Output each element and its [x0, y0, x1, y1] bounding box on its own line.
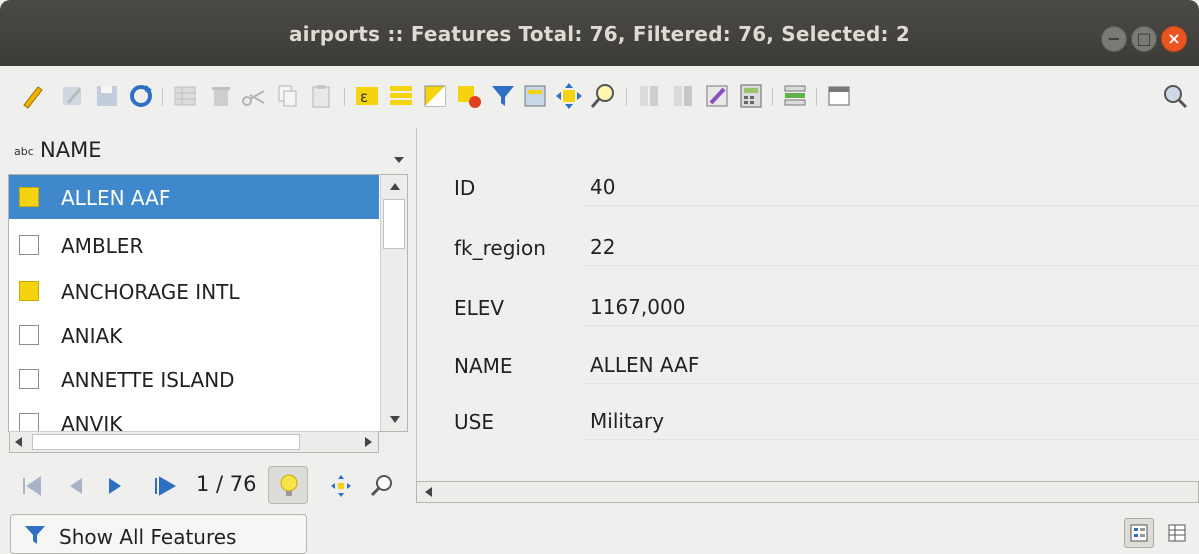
- delete-field-icon[interactable]: [668, 81, 698, 111]
- field-calculator-icon[interactable]: [736, 81, 766, 111]
- title-bar[interactable]: airports :: Features Total: 76, Filtered…: [0, 0, 1199, 66]
- first-record-icon[interactable]: [16, 470, 46, 502]
- move-selection-to-top-icon[interactable]: [520, 81, 550, 111]
- field-label-use: USE: [454, 410, 494, 434]
- minimize-icon[interactable]: −: [1101, 26, 1127, 52]
- dock-table-icon[interactable]: [824, 81, 854, 111]
- scroll-right-icon[interactable]: [365, 437, 372, 447]
- copy-icon[interactable]: [272, 81, 302, 111]
- scroll-left-icon[interactable]: [15, 437, 22, 447]
- list-item-label: ANNETTE ISLAND: [61, 368, 235, 392]
- form-horizontal-scrollbar[interactable]: [416, 481, 1199, 503]
- column-name-label: NAME: [40, 138, 102, 162]
- svg-text:ε: ε: [360, 88, 368, 106]
- conditional-formatting-icon[interactable]: [780, 81, 810, 111]
- scroll-up-icon[interactable]: [390, 183, 400, 190]
- expression-select-icon[interactable]: ε: [352, 81, 382, 111]
- scroll-thumb[interactable]: [32, 434, 300, 450]
- field-label-fk-region: fk_region: [454, 236, 546, 260]
- invert-selection-icon[interactable]: [420, 81, 450, 111]
- form-view-icon: [1130, 524, 1148, 542]
- maximize-icon[interactable]: □: [1131, 26, 1157, 52]
- vertical-scrollbar[interactable]: [380, 175, 407, 431]
- zoom-to-selected-icon[interactable]: [588, 81, 618, 111]
- pan-to-feature-icon[interactable]: [326, 470, 356, 502]
- selection-marker-icon: [19, 187, 39, 207]
- column-type-label: abc: [14, 145, 34, 158]
- cut-icon[interactable]: [238, 81, 268, 111]
- zoom-to-feature-icon[interactable]: [366, 470, 396, 502]
- last-record-icon[interactable]: [150, 470, 184, 502]
- pan-to-selected-icon[interactable]: [554, 81, 584, 111]
- list-item[interactable]: AMBLER: [9, 223, 379, 267]
- selection-marker-icon: [19, 369, 39, 389]
- pencil-edit-icon[interactable]: [18, 81, 48, 111]
- filter-select-icon[interactable]: [488, 81, 518, 111]
- list-item[interactable]: ALLEN AAF: [9, 175, 379, 219]
- field-value-id[interactable]: 40: [582, 170, 1199, 206]
- chevron-down-icon[interactable]: [394, 157, 404, 163]
- list-item-label: ANVIK: [61, 412, 123, 432]
- scroll-down-icon[interactable]: [390, 416, 400, 423]
- actions-icon[interactable]: [1160, 81, 1190, 111]
- select-all-icon[interactable]: [386, 81, 416, 111]
- reload-icon[interactable]: [126, 81, 156, 111]
- form-view-button[interactable]: [1124, 518, 1154, 548]
- list-item[interactable]: ANIAK: [9, 313, 379, 357]
- previous-record-icon[interactable]: [60, 470, 90, 502]
- scroll-thumb[interactable]: [383, 199, 405, 249]
- selection-marker-icon: [19, 413, 39, 431]
- horizontal-scrollbar[interactable]: [9, 431, 379, 453]
- add-feature-icon[interactable]: [170, 81, 200, 111]
- field-value-elev[interactable]: 1167,000: [582, 290, 1199, 326]
- table-view-icon: [1168, 524, 1186, 542]
- table-view-button[interactable]: [1162, 518, 1192, 548]
- delete-feature-icon[interactable]: [206, 81, 236, 111]
- list-item-label: AMBLER: [61, 234, 144, 258]
- list-item-label: ALLEN AAF: [61, 186, 171, 210]
- selection-marker-icon: [19, 281, 39, 301]
- field-label-elev: ELEV: [454, 296, 505, 320]
- list-item[interactable]: ANVIK: [9, 401, 379, 432]
- list-item[interactable]: ANNETTE ISLAND: [9, 357, 379, 401]
- field-label-id: ID: [454, 176, 476, 200]
- list-item[interactable]: ANCHORAGE INTL: [9, 269, 379, 313]
- new-field-icon[interactable]: [634, 81, 664, 111]
- deselect-all-icon[interactable]: [454, 81, 484, 111]
- highlight-bulb-icon: [280, 474, 298, 496]
- next-record-icon[interactable]: [100, 470, 130, 502]
- record-counter: 1 / 76: [196, 472, 257, 496]
- show-all-features-dropdown[interactable]: Show All Features: [10, 514, 307, 554]
- field-label-name: NAME: [454, 354, 513, 378]
- selection-marker-icon: [19, 325, 39, 345]
- window-title: airports :: Features Total: 76, Filtered…: [288, 22, 911, 46]
- list-item-label: ANCHORAGE INTL: [61, 280, 240, 304]
- filter-icon: [25, 526, 45, 544]
- filter-label: Show All Features: [59, 525, 237, 549]
- field-value-use[interactable]: Military: [582, 404, 1199, 440]
- multi-edit-icon[interactable]: [58, 81, 88, 111]
- feature-list[interactable]: ALLEN AAF AMBLER ANCHORAGE INTL ANIAK AN…: [8, 174, 408, 432]
- paste-icon[interactable]: [306, 81, 336, 111]
- field-value-name[interactable]: ALLEN AAF: [582, 348, 1199, 384]
- close-icon[interactable]: ×: [1161, 26, 1187, 52]
- attribute-table-window: airports :: Features Total: 76, Filtered…: [0, 0, 1199, 554]
- organize-columns-icon[interactable]: [702, 81, 732, 111]
- field-value-fk-region[interactable]: 22: [582, 230, 1199, 266]
- save-edits-icon[interactable]: [92, 81, 122, 111]
- list-item-label: ANIAK: [61, 324, 123, 348]
- highlight-toggle-button[interactable]: [268, 466, 308, 504]
- selection-marker-icon: [19, 235, 39, 255]
- scroll-left-icon[interactable]: [425, 487, 432, 497]
